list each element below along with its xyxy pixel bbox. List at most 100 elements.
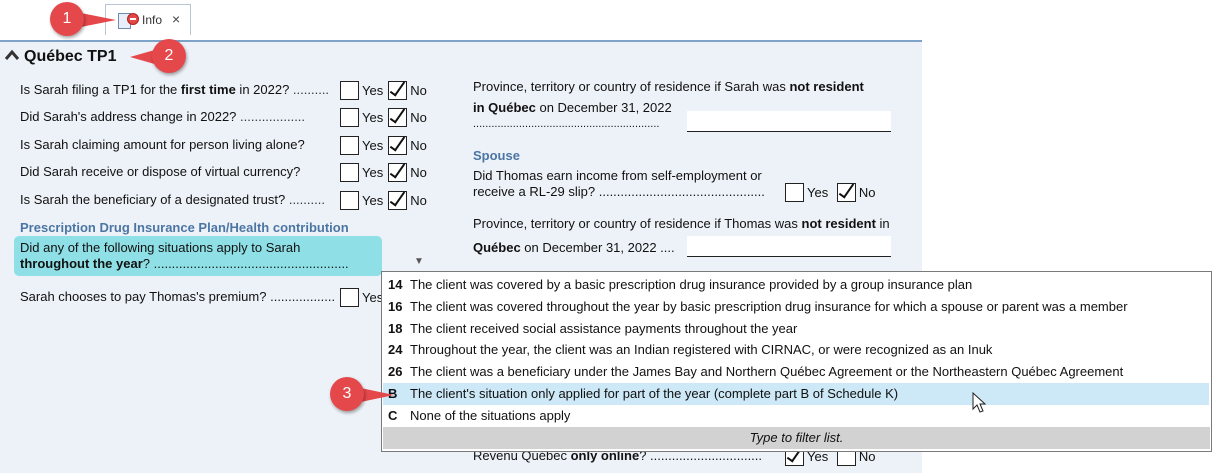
no-checkbox[interactable] [388, 191, 408, 211]
premium-label: Sarah chooses to pay Thomas's premium? [20, 289, 267, 304]
dropdown-option[interactable]: C None of the situations apply [388, 405, 570, 426]
close-icon[interactable]: × [172, 11, 180, 27]
question-text: Did Sarah receive or dispose of virtual … [20, 164, 301, 179]
question-dots: .......... [285, 192, 325, 207]
premium-question: Sarah chooses to pay Thomas's premium? .… [20, 287, 335, 307]
sres-bold: not resident [801, 216, 876, 231]
dropdown-option[interactable]: 26 The client was a beneficiary under the… [388, 361, 1123, 382]
option-text: The client was covered throughout the ye… [410, 298, 1128, 314]
pdip-question-post: ? ......................................… [142, 256, 349, 271]
option-code: C [388, 407, 398, 423]
question-row: Is Sarah claiming amount for person livi… [20, 135, 305, 155]
question-text: Is Sarah claiming amount for person livi… [20, 137, 305, 152]
callout-number: 2 [152, 39, 186, 73]
no-label: No [410, 82, 427, 98]
sres-post: in [875, 216, 890, 231]
yes-no-group: Yes No [340, 80, 432, 101]
tab-label: Info [142, 13, 163, 27]
yes-no-group: Yes No [340, 162, 432, 183]
question-post: in 2022? [235, 82, 290, 97]
section-title: Québec TP1 [24, 48, 117, 65]
residence-text: Province, territory or country of reside… [473, 79, 790, 94]
question-row: Did Sarah's address change in 2022? ....… [20, 107, 305, 127]
situation-dropdown-list[interactable]: 14 The client was covered by a basic pres… [381, 271, 1212, 452]
no-label: No [410, 137, 427, 153]
no-checkbox[interactable] [388, 81, 408, 101]
callout-number: 1 [50, 2, 84, 36]
yes-no-group: Yes No [340, 135, 432, 156]
sres-date: on December 31, 2022 .... [520, 240, 675, 255]
question-text: Is Sarah the beneficiary of a designated… [20, 192, 286, 207]
dropdown-option[interactable]: 16 The client was covered throughout the … [388, 296, 1128, 317]
spouse-q-text: receive a RL-29 slip? [473, 184, 596, 199]
no-checkbox[interactable] [388, 136, 408, 156]
sres-text: Province, territory or country of reside… [473, 216, 802, 231]
no-label: No [858, 184, 876, 200]
mouse-cursor-icon [972, 392, 987, 413]
no-label: No [410, 192, 427, 208]
residence-bold-2: in Québec [473, 100, 536, 115]
question-row: Is Sarah the beneficiary of a designated… [20, 190, 325, 210]
residence-bold: not resident [789, 79, 864, 94]
section-header[interactable]: Québec TP1 [4, 48, 116, 66]
yes-checkbox[interactable] [340, 81, 359, 101]
residence-dots: ........................................… [473, 118, 660, 130]
no-label: No [410, 109, 427, 125]
option-code: 24 [388, 342, 403, 358]
yes-label: Yes [362, 192, 384, 208]
spouse-no-checkbox[interactable] [836, 183, 856, 203]
yes-label: Yes [362, 109, 384, 125]
dropdown-option[interactable]: B The client's situation only applied for… [388, 383, 898, 404]
option-text: Throughout the year, the client was an I… [410, 342, 993, 358]
no-checkbox[interactable] [388, 163, 408, 183]
filter-hint: Type to filter list. [383, 427, 1210, 449]
spouse-residence-field[interactable] [687, 236, 891, 257]
spouse-yesno: Yes No [785, 182, 880, 203]
yes-checkbox[interactable] [340, 163, 359, 183]
no-label: No [410, 164, 427, 180]
question-dots: .................. [236, 109, 306, 124]
sres-bold-2: Québec [473, 240, 521, 255]
yes-checkbox[interactable] [340, 191, 359, 211]
yes-no-group: Yes No [340, 107, 432, 128]
question-row: Did Sarah receive or dispose of virtual … [20, 162, 300, 182]
question-dots: .......... [289, 82, 330, 97]
premium-dots: .................. [266, 289, 336, 304]
option-text: The client received social assistance pa… [410, 320, 798, 336]
question-text: Did Sarah's address change in 2022? [20, 109, 237, 124]
dropdown-option[interactable]: 24 Throughout the year, the client was an… [388, 339, 992, 360]
no-checkbox[interactable] [388, 108, 408, 128]
spouse-residence-line1: Province, territory or country of reside… [473, 214, 890, 234]
pdip-question-line2: throughout the year? ...................… [20, 254, 349, 274]
chevron-up-icon[interactable] [4, 48, 20, 62]
callout-number: 3 [330, 377, 364, 411]
residence-date: on December 31, 2022 [535, 100, 672, 115]
premium-yes-checkbox[interactable] [340, 288, 359, 308]
option-text: The client was covered by a basic prescr… [410, 277, 973, 292]
yes-checkbox[interactable] [340, 108, 359, 128]
tab-info[interactable]: Info × [105, 4, 191, 35]
dropdown-arrow-icon[interactable]: ▼ [414, 256, 424, 267]
spouse-yes-checkbox[interactable] [785, 183, 804, 203]
yes-label: Yes [362, 164, 384, 180]
error-icon [127, 13, 139, 25]
spouse-question-line2: receive a RL-29 slip? ..................… [473, 182, 765, 202]
spouse-residence-line2: Québec on December 31, 2022 .... [473, 238, 675, 258]
dropdown-option[interactable]: 14 The client was covered by a basic pres… [388, 274, 972, 295]
option-code: 14 [388, 277, 403, 292]
option-code: 16 [388, 298, 403, 314]
yes-checkbox[interactable] [340, 136, 359, 156]
option-code: 26 [388, 364, 403, 380]
option-code: 18 [388, 320, 403, 336]
question-text: Is Sarah filing a TP1 for the [20, 82, 181, 97]
dropdown-option[interactable]: 18 The client received social assistance … [388, 318, 797, 339]
residence-field[interactable] [687, 111, 891, 132]
question-bold: first time [180, 82, 236, 97]
question-row: Is Sarah filing a TP1 for the first time… [20, 80, 329, 100]
pdip-question-bold: throughout the year [20, 256, 143, 271]
yes-label: Yes [362, 82, 384, 98]
option-text: None of the situations apply [410, 407, 571, 423]
spouse-q-dots: ........................................… [595, 184, 765, 199]
yes-no-group: Yes No [340, 190, 432, 211]
pdip-heading: Prescription Drug Insurance Plan/Health … [20, 220, 349, 235]
